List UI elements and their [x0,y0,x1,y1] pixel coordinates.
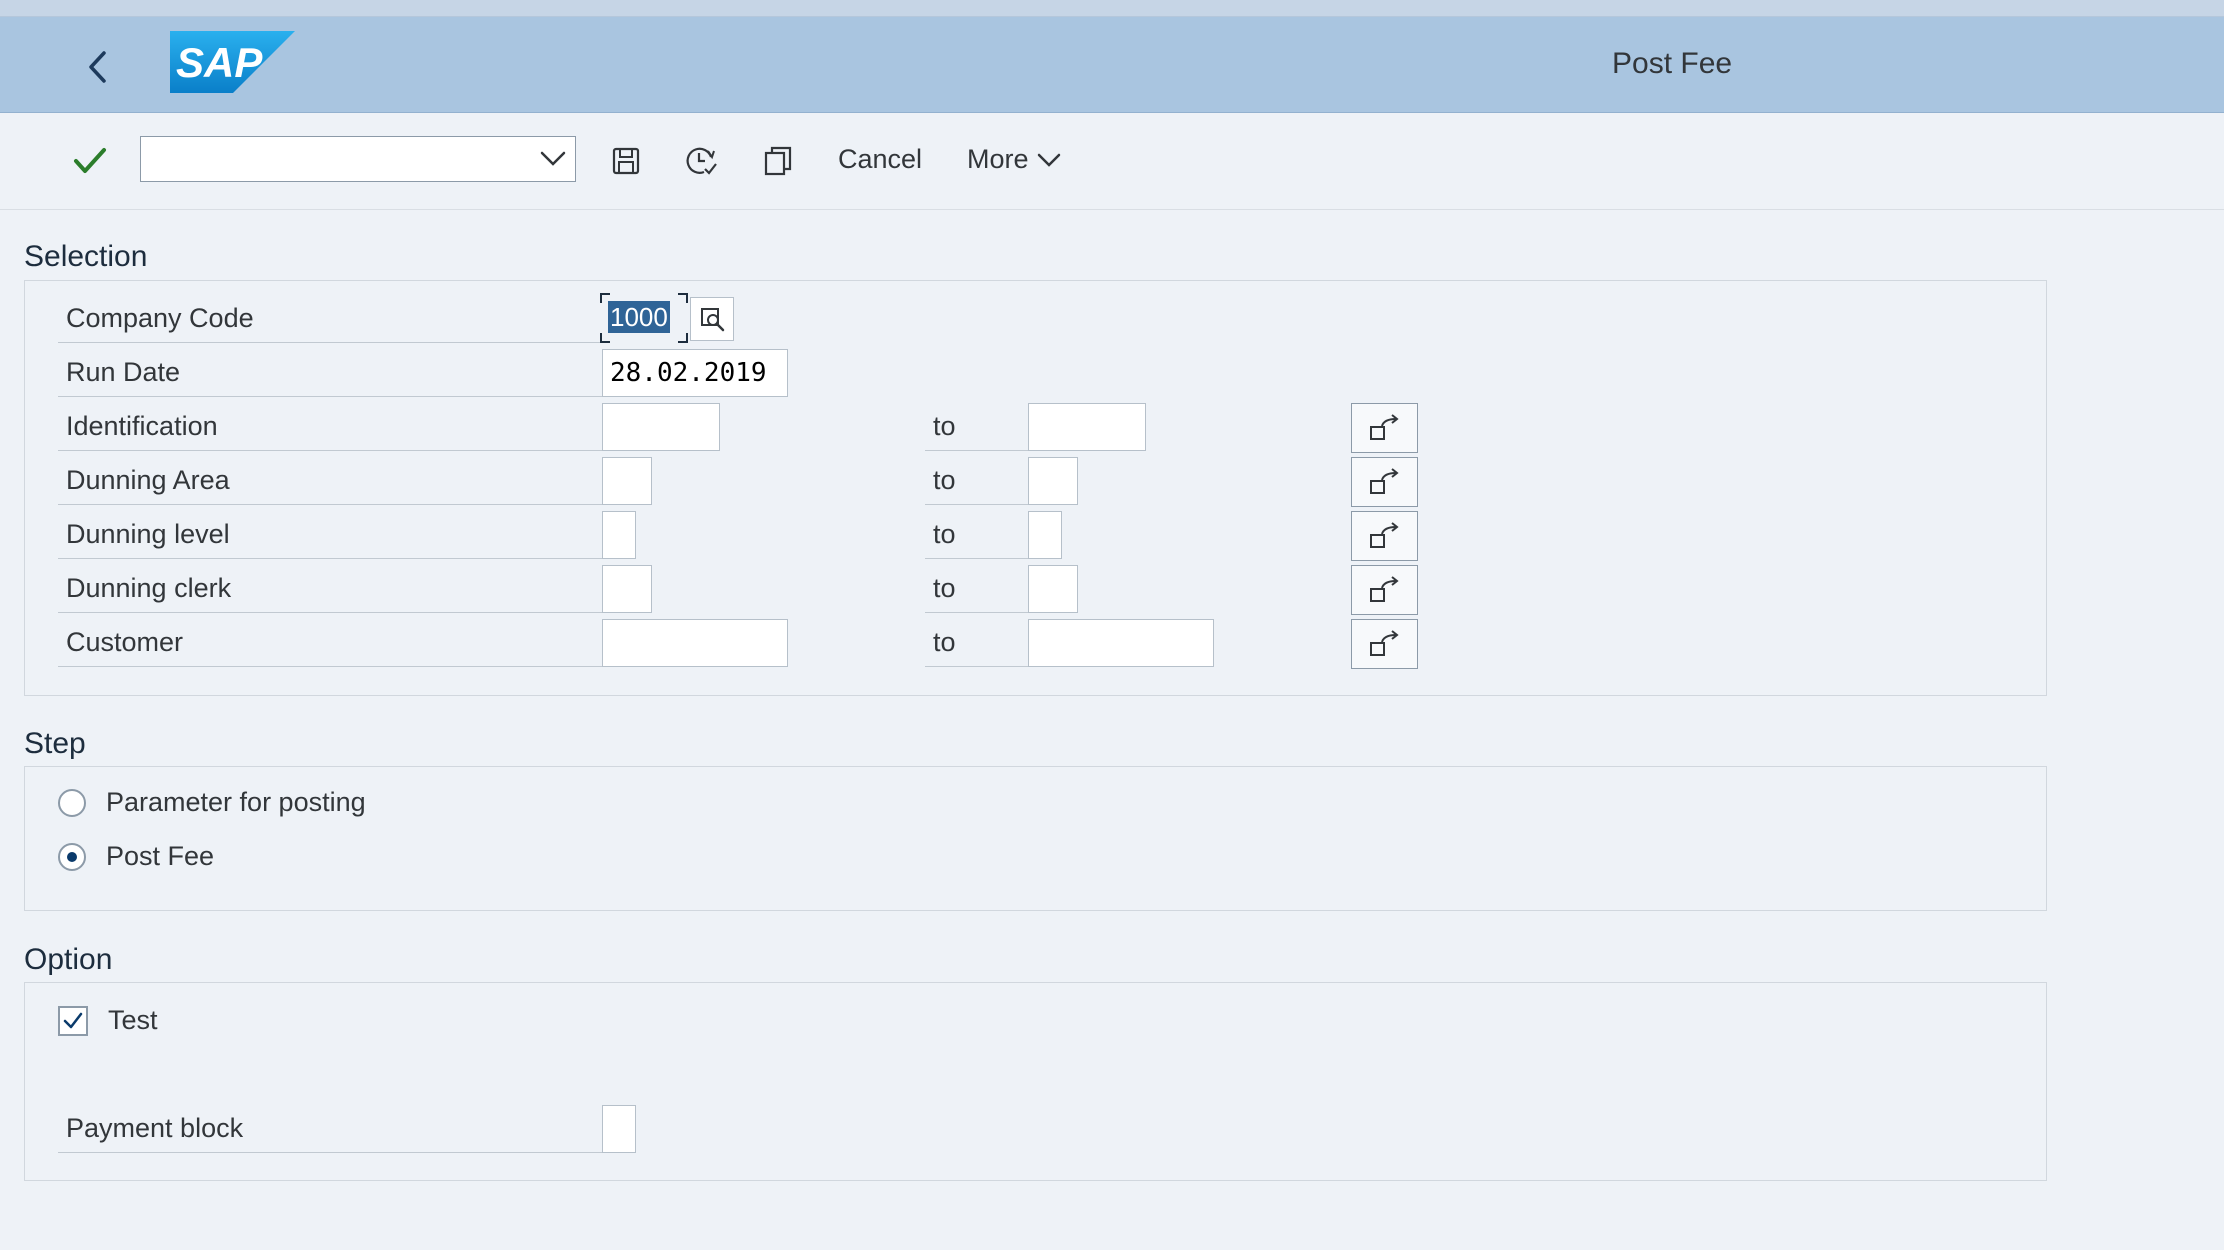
radio-post-fee[interactable]: Post Fee [58,841,214,872]
payment-block-label: Payment block [58,1103,603,1153]
run-date-input[interactable] [602,349,788,397]
value-help-icon [701,308,725,332]
customer-to-input[interactable] [1028,619,1214,667]
clock-check-icon [686,147,717,175]
toolbar: Cancel More [0,113,2224,210]
back-button[interactable] [78,47,118,87]
schedule-button[interactable] [679,139,723,183]
radio-parameter-for-posting[interactable]: Parameter for posting [58,787,366,818]
multiple-selection-icon [1369,522,1399,548]
dunning-clerk-multiple-selection-button[interactable] [1351,565,1418,615]
more-button[interactable]: More [967,144,1061,175]
top-strip [0,0,2224,17]
multiple-selection-icon [1369,414,1399,440]
cancel-label: Cancel [838,144,923,174]
dunning-area-label: Dunning Area [58,455,603,505]
save-button[interactable] [604,139,648,183]
identification-from-input[interactable] [602,403,720,451]
save-icon [612,147,640,175]
identification-multiple-selection-button[interactable] [1351,403,1418,453]
command-input[interactable] [141,137,531,181]
company-code-value-help-button[interactable] [690,297,734,341]
dunning-area-to-input[interactable] [1028,457,1078,505]
radio-selected-dot [67,851,77,862]
cancel-button[interactable]: Cancel [838,144,922,175]
run-date-label: Run Date [58,347,603,397]
selection-title: Selection [24,240,148,273]
step-title: Step [24,727,86,760]
dunning-clerk-to-label: to [925,563,1028,613]
multiple-selection-icon [1369,576,1399,602]
dunning-level-label: Dunning level [58,509,603,559]
command-field[interactable] [140,136,576,182]
radio-label: Parameter for posting [106,787,366,817]
copy-button[interactable] [756,139,800,183]
shell-bar: SAP Post Fee [0,17,2224,113]
dunning-clerk-to-input[interactable] [1028,565,1078,613]
shell-title: Post Fee [1612,47,1733,80]
dunning-area-from-input[interactable] [602,457,652,505]
identification-to-label: to [925,401,1028,451]
radio-button[interactable] [58,842,86,871]
option-title: Option [24,943,113,976]
radio-label: Post Fee [106,841,215,871]
chevron-down-icon[interactable] [537,143,569,175]
customer-label: Customer [58,617,603,667]
dunning-clerk-from-input[interactable] [602,565,652,613]
copy-icon [764,146,792,176]
company-code-label: Company Code [58,293,603,343]
payment-block-input[interactable] [602,1105,636,1153]
company-code-field[interactable]: 1000 [600,293,690,343]
chevron-left-icon [89,51,106,83]
radio-button[interactable] [58,788,86,817]
dunning-area-to-label: to [925,455,1028,505]
dunning-level-multiple-selection-button[interactable] [1351,511,1418,561]
dunning-level-from-input[interactable] [602,511,636,559]
dunning-clerk-label: Dunning clerk [58,563,603,613]
customer-to-label: to [925,617,1028,667]
chevron-down-icon [1037,153,1060,167]
test-label: Test [108,1005,158,1035]
company-code-value[interactable]: 1000 [608,301,670,333]
test-checkbox[interactable] [58,1005,88,1036]
multiple-selection-icon [1369,468,1399,494]
more-label: More [967,144,1029,174]
dunning-area-multiple-selection-button[interactable] [1351,457,1418,507]
customer-multiple-selection-button[interactable] [1351,619,1418,669]
dunning-level-to-input[interactable] [1028,511,1062,559]
test-checkbox-row[interactable]: Test [58,1005,158,1036]
checkmark-icon [63,1012,83,1028]
enter-button[interactable] [70,141,110,181]
checkmark-icon [74,148,106,173]
customer-from-input[interactable] [602,619,788,667]
identification-to-input[interactable] [1028,403,1146,451]
svg-text:SAP: SAP [176,39,263,86]
sap-logo: SAP [170,31,295,93]
dunning-level-to-label: to [925,509,1028,559]
multiple-selection-icon [1369,630,1399,656]
identification-label: Identification [58,401,603,451]
